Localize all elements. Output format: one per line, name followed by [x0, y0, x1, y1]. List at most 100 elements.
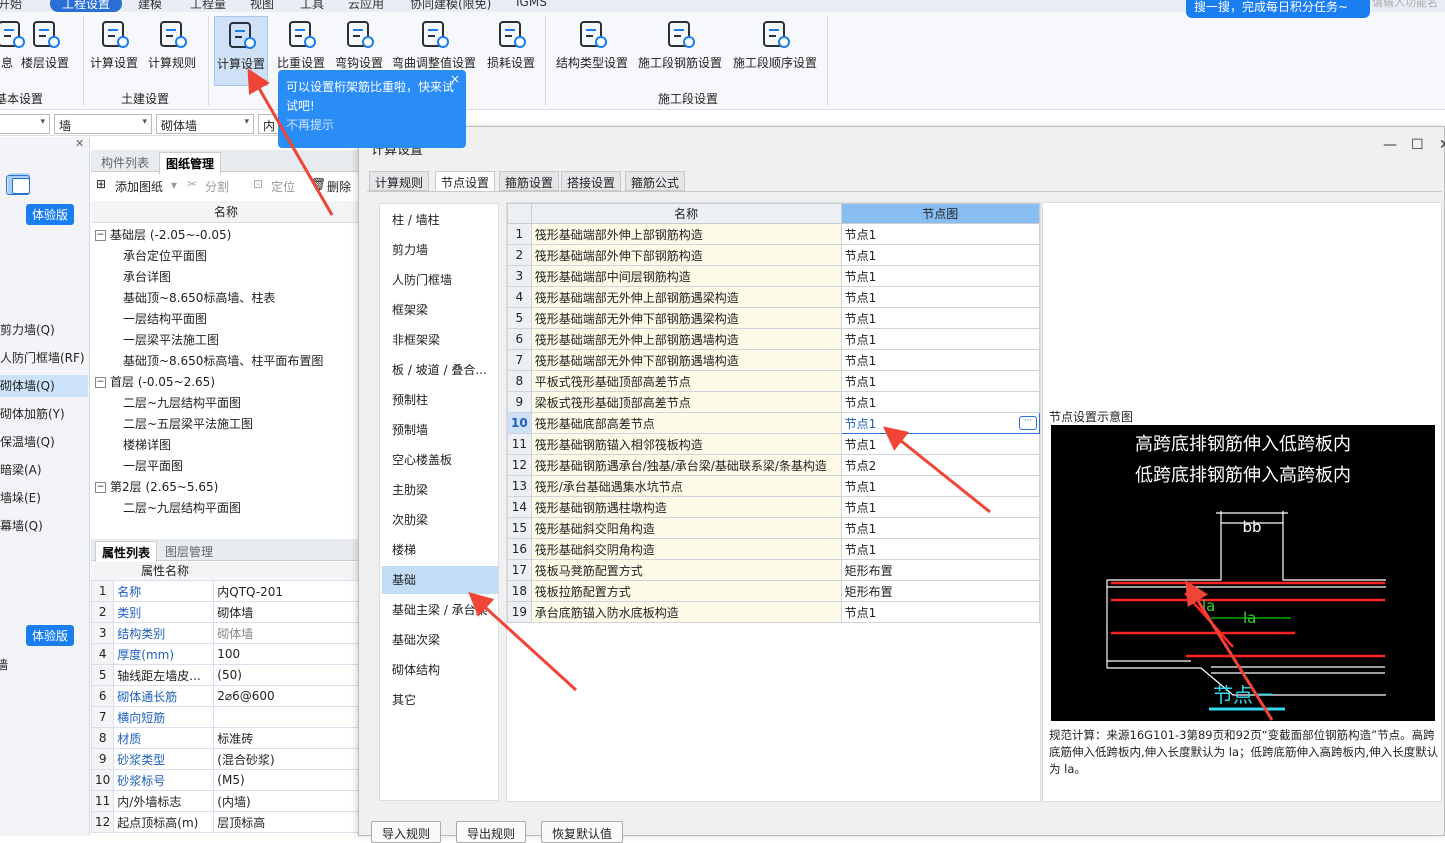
- tab-property-list[interactable]: 属性列表: [95, 541, 158, 563]
- export-rules-button[interactable]: 导出规则: [456, 821, 527, 843]
- tree-row[interactable]: 承台定位平面图: [123, 246, 207, 267]
- category-item[interactable]: 砌体结构: [382, 656, 498, 684]
- ribbon-button-9[interactable]: 结构类型设置: [554, 16, 630, 86]
- tab-component-list[interactable]: 构件列表: [95, 152, 155, 173]
- grid-node-cell[interactable]: 节点1: [840, 517, 1041, 539]
- prop-value[interactable]: 标准砖: [213, 727, 361, 749]
- prop-value[interactable]: 砌体墙: [213, 622, 361, 644]
- tree-row[interactable]: 二层~九层结构平面图: [123, 393, 241, 414]
- maximize-icon[interactable]: ☐: [1411, 137, 1424, 153]
- menu-item[interactable]: IGMS: [516, 0, 547, 9]
- tree-row[interactable]: 承台详图: [123, 267, 171, 288]
- prop-value[interactable]: (混合砂浆): [213, 748, 361, 770]
- grid-row[interactable]: 12 筏形基础钢筋遇承台/独基/承台梁/基础联系梁/条基构造 节点2: [507, 454, 1041, 476]
- category-item[interactable]: 楼梯: [382, 536, 498, 564]
- dialog-tab[interactable]: 节点设置: [435, 171, 496, 191]
- grid-row[interactable]: 15 筏形基础斜交阳角构造 节点1: [507, 517, 1041, 539]
- collapse-icon[interactable]: −: [95, 377, 106, 388]
- category-item[interactable]: 预制墙: [382, 416, 498, 444]
- tree-row[interactable]: 楼梯详图: [123, 435, 171, 456]
- prop-row[interactable]: 10 砂浆标号 (M5): [90, 769, 361, 791]
- close-icon[interactable]: ✕: [1439, 137, 1445, 153]
- tab-drawing-management[interactable]: 图纸管理: [159, 152, 222, 174]
- prop-value[interactable]: 层顶标高: [213, 811, 361, 833]
- prop-value[interactable]: 砌体墙: [213, 601, 361, 623]
- tree-row[interactable]: 二层~五层梁平法施工图: [123, 414, 253, 435]
- grid-node-cell[interactable]: 节点1: [840, 349, 1041, 371]
- trash-icon[interactable]: 🗑: [311, 177, 326, 191]
- prop-value[interactable]: [213, 706, 361, 728]
- category-item[interactable]: 板 / 坡道 / 叠合...: [382, 356, 498, 384]
- nav-item[interactable]: 保温墙(Q): [0, 431, 55, 453]
- category-item[interactable]: 基础: [382, 566, 498, 594]
- menu-item[interactable]: 建模: [138, 0, 162, 12]
- nav-item-wall[interactable]: 墙: [0, 656, 8, 673]
- grid-node-cell[interactable]: 节点1: [840, 286, 1041, 308]
- grid-row[interactable]: 4 筏形基础端部无外伸上部钢筋遇梁构造 节点1: [507, 286, 1041, 308]
- tree-row[interactable]: 一层结构平面图: [123, 309, 207, 330]
- nav-item[interactable]: 人防门框墙(RF): [0, 347, 85, 369]
- grid-node-cell[interactable]: 节点1: [840, 307, 1041, 329]
- nav-item[interactable]: 砌体墙(Q): [0, 375, 88, 397]
- tree-row[interactable]: 一层平面图: [123, 456, 183, 477]
- grid-node-cell[interactable]: 节点1: [840, 496, 1041, 518]
- grid-node-cell[interactable]: 节点1 ···: [840, 412, 1041, 434]
- tree-row[interactable]: 基础顶~8.650标高墙、柱平面布置图: [123, 351, 323, 372]
- prop-row[interactable]: 6 砌体通长筋 2⌀6@600: [90, 685, 361, 707]
- grid-node-cell[interactable]: 节点1: [840, 433, 1041, 455]
- prop-row[interactable]: 12 起点顶标高(m) 层顶标高: [90, 811, 361, 833]
- grid-row[interactable]: 6 筏形基础端部无外伸上部钢筋遇墙构造 节点1: [507, 328, 1041, 350]
- prop-row[interactable]: 3 结构类别 砌体墙: [90, 622, 361, 644]
- category-item[interactable]: 预制柱: [382, 386, 498, 414]
- nav-item[interactable]: 剪力墙(Q): [0, 319, 55, 341]
- grid-row[interactable]: 10 筏形基础底部高差节点 节点1 ···: [507, 412, 1041, 434]
- ribbon-button-1[interactable]: 楼层设置: [18, 16, 72, 86]
- close-icon[interactable]: ×: [450, 70, 460, 89]
- menu-item[interactable]: 工具: [300, 0, 324, 12]
- prop-row[interactable]: 2 类别 砌体墙: [90, 601, 361, 623]
- grid-row[interactable]: 16 筏形基础斜交阴角构造 节点1: [507, 538, 1041, 560]
- grid-row[interactable]: 17 筏板马凳筋配置方式 矩形布置: [507, 559, 1041, 581]
- grid-row[interactable]: 5 筏形基础端部无外伸下部钢筋遇梁构造 节点1: [507, 307, 1041, 329]
- prop-value[interactable]: (50): [213, 664, 361, 686]
- category-item[interactable]: 基础次梁: [382, 626, 498, 654]
- prop-value[interactable]: 内QTQ-201: [213, 580, 361, 602]
- delete-button[interactable]: 删除: [327, 178, 351, 195]
- menu-item[interactable]: 工程量: [190, 0, 226, 12]
- nav-item[interactable]: 墙垛(E): [0, 487, 41, 509]
- prop-row[interactable]: 8 材质 标准砖: [90, 727, 361, 749]
- ribbon-button-2[interactable]: 计算设置: [88, 16, 140, 86]
- grid-node-cell[interactable]: 节点1: [840, 370, 1041, 392]
- ribbon-button-10[interactable]: 施工段钢筋设置: [636, 16, 724, 86]
- menu-item[interactable]: 工程设置: [50, 0, 123, 12]
- ribbon-button-3[interactable]: 计算规则: [146, 16, 198, 86]
- dialog-tab[interactable]: 箍筋公式: [625, 171, 686, 191]
- grid-row[interactable]: 13 筏形/承台基础遇集水坑节点 节点1: [507, 475, 1041, 497]
- restore-default-button[interactable]: 恢复默认值: [541, 821, 624, 843]
- category-item[interactable]: 空心楼盖板: [382, 446, 498, 474]
- category-item[interactable]: 主肋梁: [382, 476, 498, 504]
- menu-item[interactable]: 协同建模(限免): [410, 0, 491, 12]
- ribbon-button-8[interactable]: 损耗设置: [484, 16, 538, 86]
- grid-row[interactable]: 1 筏形基础端部外伸上部钢筋构造 节点1: [507, 223, 1041, 245]
- grid-node-cell[interactable]: 节点1: [840, 391, 1041, 413]
- grid-node-cell[interactable]: 节点1: [840, 328, 1041, 350]
- menu-item[interactable]: 开始: [0, 0, 22, 12]
- grid-row[interactable]: 7 筏形基础端部无外伸下部钢筋遇墙构造 节点1: [507, 349, 1041, 371]
- dialog-tab[interactable]: 搭接设置: [561, 171, 622, 191]
- prop-row[interactable]: 11 内/外墙标志 (内墙): [90, 790, 361, 812]
- menu-item[interactable]: 云应用: [348, 0, 384, 12]
- add-drawing-button[interactable]: 添加图纸: [115, 178, 163, 195]
- type-select[interactable]: 墙 ▾: [54, 114, 152, 134]
- grid-node-cell[interactable]: 节点1: [840, 223, 1041, 245]
- nav-item[interactable]: 砌体加筋(Y): [0, 403, 65, 425]
- ribbon-button-11[interactable]: 施工段顺序设置: [730, 16, 820, 86]
- prop-row[interactable]: 1 名称 内QTQ-201: [90, 580, 361, 602]
- category-item[interactable]: 非框架梁: [382, 326, 498, 354]
- collapse-icon[interactable]: −: [95, 230, 106, 241]
- grid-row[interactable]: 3 筏形基础端部中间层钢筋构造 节点1: [507, 265, 1041, 287]
- grid-node-cell[interactable]: 节点1: [840, 265, 1041, 287]
- menu-item[interactable]: 视图: [250, 0, 274, 12]
- grid-node-cell[interactable]: 节点1: [840, 538, 1041, 560]
- prop-value[interactable]: 2⌀6@600: [213, 685, 361, 707]
